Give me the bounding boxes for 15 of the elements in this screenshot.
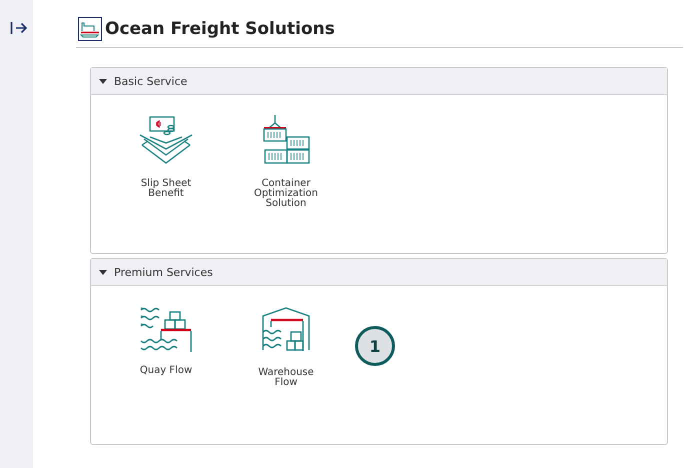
caret-icon <box>99 268 107 276</box>
tile-label[interactable]: Quay Flow <box>126 366 206 376</box>
ship-icon <box>78 17 102 41</box>
tile-label[interactable]: Warehouse Flow <box>246 368 326 388</box>
section-header[interactable]: Premium Services <box>91 259 667 286</box>
section-title: Basic Service <box>114 74 188 88</box>
tile-label[interactable]: Container Optimization Solution <box>246 179 326 209</box>
quay-icon[interactable] <box>139 306 193 354</box>
step-badge: 1 <box>355 326 395 366</box>
expand-icon[interactable] <box>10 21 28 35</box>
section-header[interactable]: Basic Service <box>91 68 667 95</box>
section-title: Premium Services <box>114 266 213 278</box>
page-title: Ocean Freight Solutions <box>105 19 335 39</box>
caret-icon <box>99 77 107 85</box>
tile-label[interactable]: Slip Sheet Benefit <box>126 179 206 199</box>
